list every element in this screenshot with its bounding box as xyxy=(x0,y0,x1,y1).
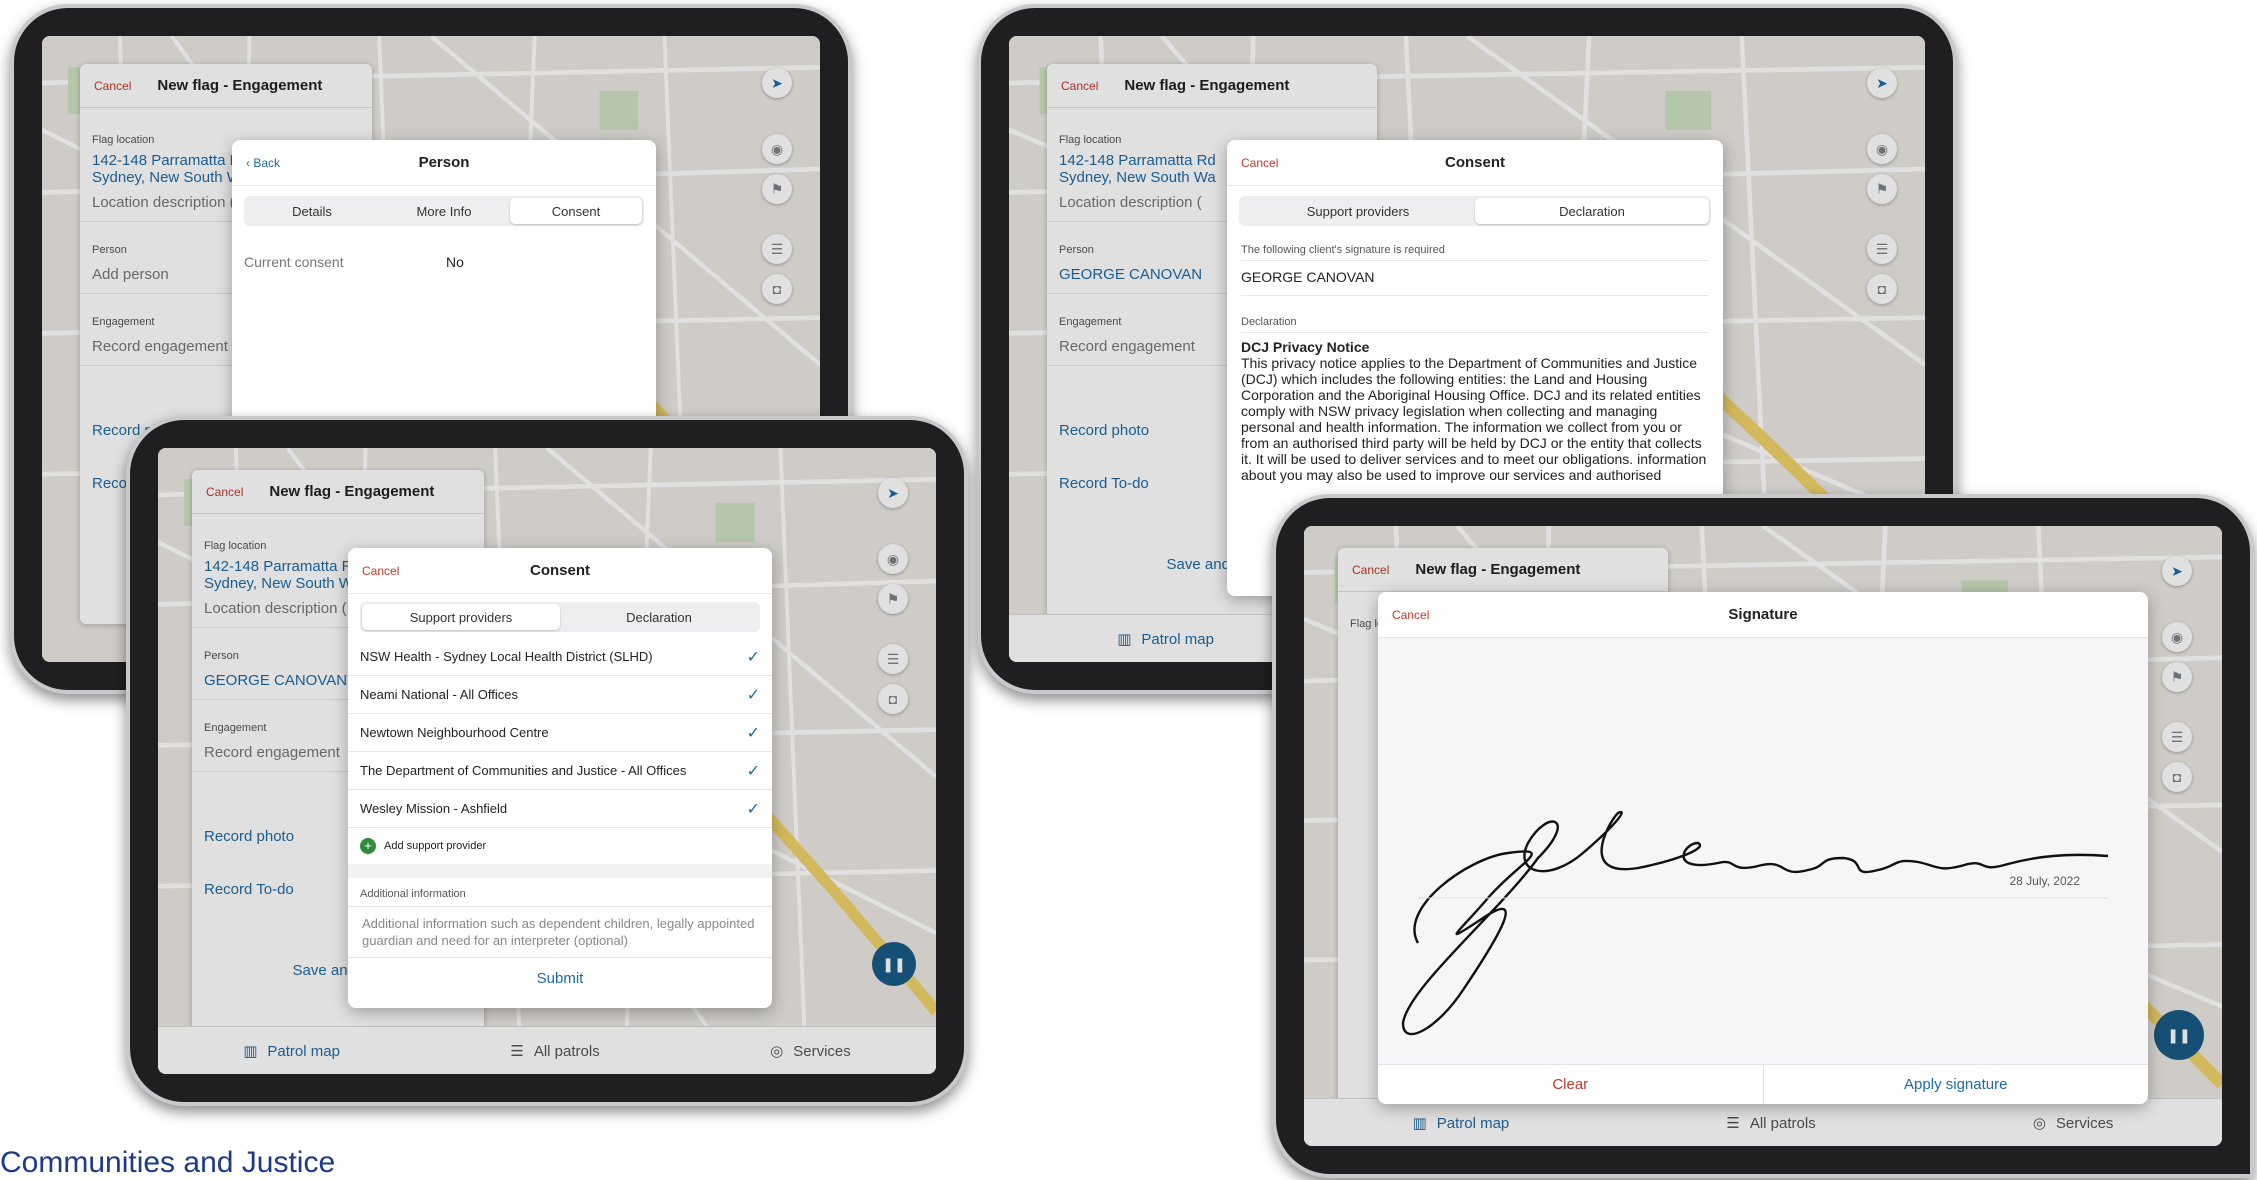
tab-support-providers[interactable]: Support providers xyxy=(362,604,560,630)
consent-modal-header: Cancel Consent xyxy=(348,548,772,594)
check-icon: ✓ xyxy=(746,762,760,780)
provider-row[interactable]: Wesley Mission - Ashfield ✓ xyxy=(348,790,772,828)
add-support-provider-label: Add support provider xyxy=(384,840,487,852)
declaration-modal-header: Cancel Consent xyxy=(1227,140,1723,186)
provider-name: Newtown Neighbourhood Centre xyxy=(360,725,549,740)
signature-actions: Clear Apply signature xyxy=(1378,1064,2148,1104)
declaration-label: Declaration xyxy=(1241,316,1709,333)
person-modal-header: ‹ Back Person xyxy=(232,140,656,186)
additional-info-label: Additional information xyxy=(348,878,772,907)
tab-declaration[interactable]: Declaration xyxy=(1475,198,1709,224)
ipad-signature: ➤ ◉ ⚑ ☰ ◘ Cancel New flag - Engagement Fl… xyxy=(1272,494,2254,1178)
person-modal-title: Person xyxy=(418,154,470,171)
consent-tabs: Support providers Declaration xyxy=(360,602,760,632)
back-label: Back xyxy=(253,155,281,170)
consent-modal: Cancel Consent Support providers Declara… xyxy=(348,548,772,1008)
tab-consent[interactable]: Consent xyxy=(510,198,642,224)
signature-modal-header: Cancel Signature xyxy=(1378,592,2148,638)
tab-support-providers[interactable]: Support providers xyxy=(1241,198,1475,224)
notice-title: DCJ Privacy Notice xyxy=(1241,339,1370,355)
signature-modal-title: Signature xyxy=(1728,606,1798,623)
signature-stroke xyxy=(1401,810,2109,1036)
check-icon: ✓ xyxy=(746,686,760,704)
submit-button[interactable]: Submit xyxy=(348,958,772,987)
cancel-button[interactable]: Cancel xyxy=(1392,608,1429,622)
check-icon: ✓ xyxy=(746,800,760,818)
signature-modal: Cancel Signature 28 July, 2022 Clear App… xyxy=(1378,592,2148,1104)
notice-body: This privacy notice applies to the Depar… xyxy=(1241,355,1707,483)
tab-declaration[interactable]: Declaration xyxy=(560,604,758,630)
provider-name: The Department of Communities and Justic… xyxy=(360,763,687,778)
check-icon: ✓ xyxy=(746,724,760,742)
cancel-button[interactable]: Cancel xyxy=(362,564,399,578)
footer-caption: Communities and Justice xyxy=(0,1146,336,1179)
current-consent-row: Current consent No xyxy=(232,236,656,288)
plus-circle-icon: + xyxy=(360,838,376,854)
current-consent-label: Current consent xyxy=(244,254,344,270)
client-name: GEORGE CANOVAN xyxy=(1241,261,1709,296)
add-support-provider-button[interactable]: + Add support provider xyxy=(348,828,772,864)
cancel-button[interactable]: Cancel xyxy=(1241,156,1278,170)
provider-name: NSW Health - Sydney Local Health Distric… xyxy=(360,649,653,664)
provider-row[interactable]: NSW Health - Sydney Local Health Distric… xyxy=(348,638,772,676)
signature-date: 28 July, 2022 xyxy=(2009,874,2081,888)
back-button[interactable]: ‹ Back xyxy=(246,156,280,170)
ipad-consent: ➤ ◉ ⚑ ☰ ◘ Cancel New flag - Engagement Fl… xyxy=(126,416,968,1106)
tab-details[interactable]: Details xyxy=(246,198,378,224)
consent-tabs: Support providers Declaration xyxy=(1239,196,1711,226)
ipad-screen: ➤ ◉ ⚑ ☰ ◘ Cancel New flag - Engagement Fl… xyxy=(158,448,936,1074)
clear-button[interactable]: Clear xyxy=(1378,1065,1764,1104)
signature-required-label: The following client's signature is requ… xyxy=(1241,244,1709,261)
tab-more-info[interactable]: More Info xyxy=(378,198,510,224)
apply-signature-button[interactable]: Apply signature xyxy=(1764,1065,2149,1104)
provider-row[interactable]: Newtown Neighbourhood Centre ✓ xyxy=(348,714,772,752)
check-icon: ✓ xyxy=(746,648,760,666)
person-tabs: Details More Info Consent xyxy=(244,196,644,226)
current-consent-value: No xyxy=(446,254,464,270)
provider-row[interactable]: The Department of Communities and Justic… xyxy=(348,752,772,790)
provider-name: Neami National - All Offices xyxy=(360,687,518,702)
provider-name: Wesley Mission - Ashfield xyxy=(360,801,508,816)
signature-pad[interactable]: 28 July, 2022 xyxy=(1378,638,2148,1064)
consent-modal-title: Consent xyxy=(530,562,590,579)
provider-row[interactable]: Neami National - All Offices ✓ xyxy=(348,676,772,714)
ipad-screen: ➤ ◉ ⚑ ☰ ◘ Cancel New flag - Engagement Fl… xyxy=(1304,526,2222,1146)
declaration-modal-title: Consent xyxy=(1445,154,1505,171)
additional-info-field[interactable]: Additional information such as dependent… xyxy=(348,907,772,958)
